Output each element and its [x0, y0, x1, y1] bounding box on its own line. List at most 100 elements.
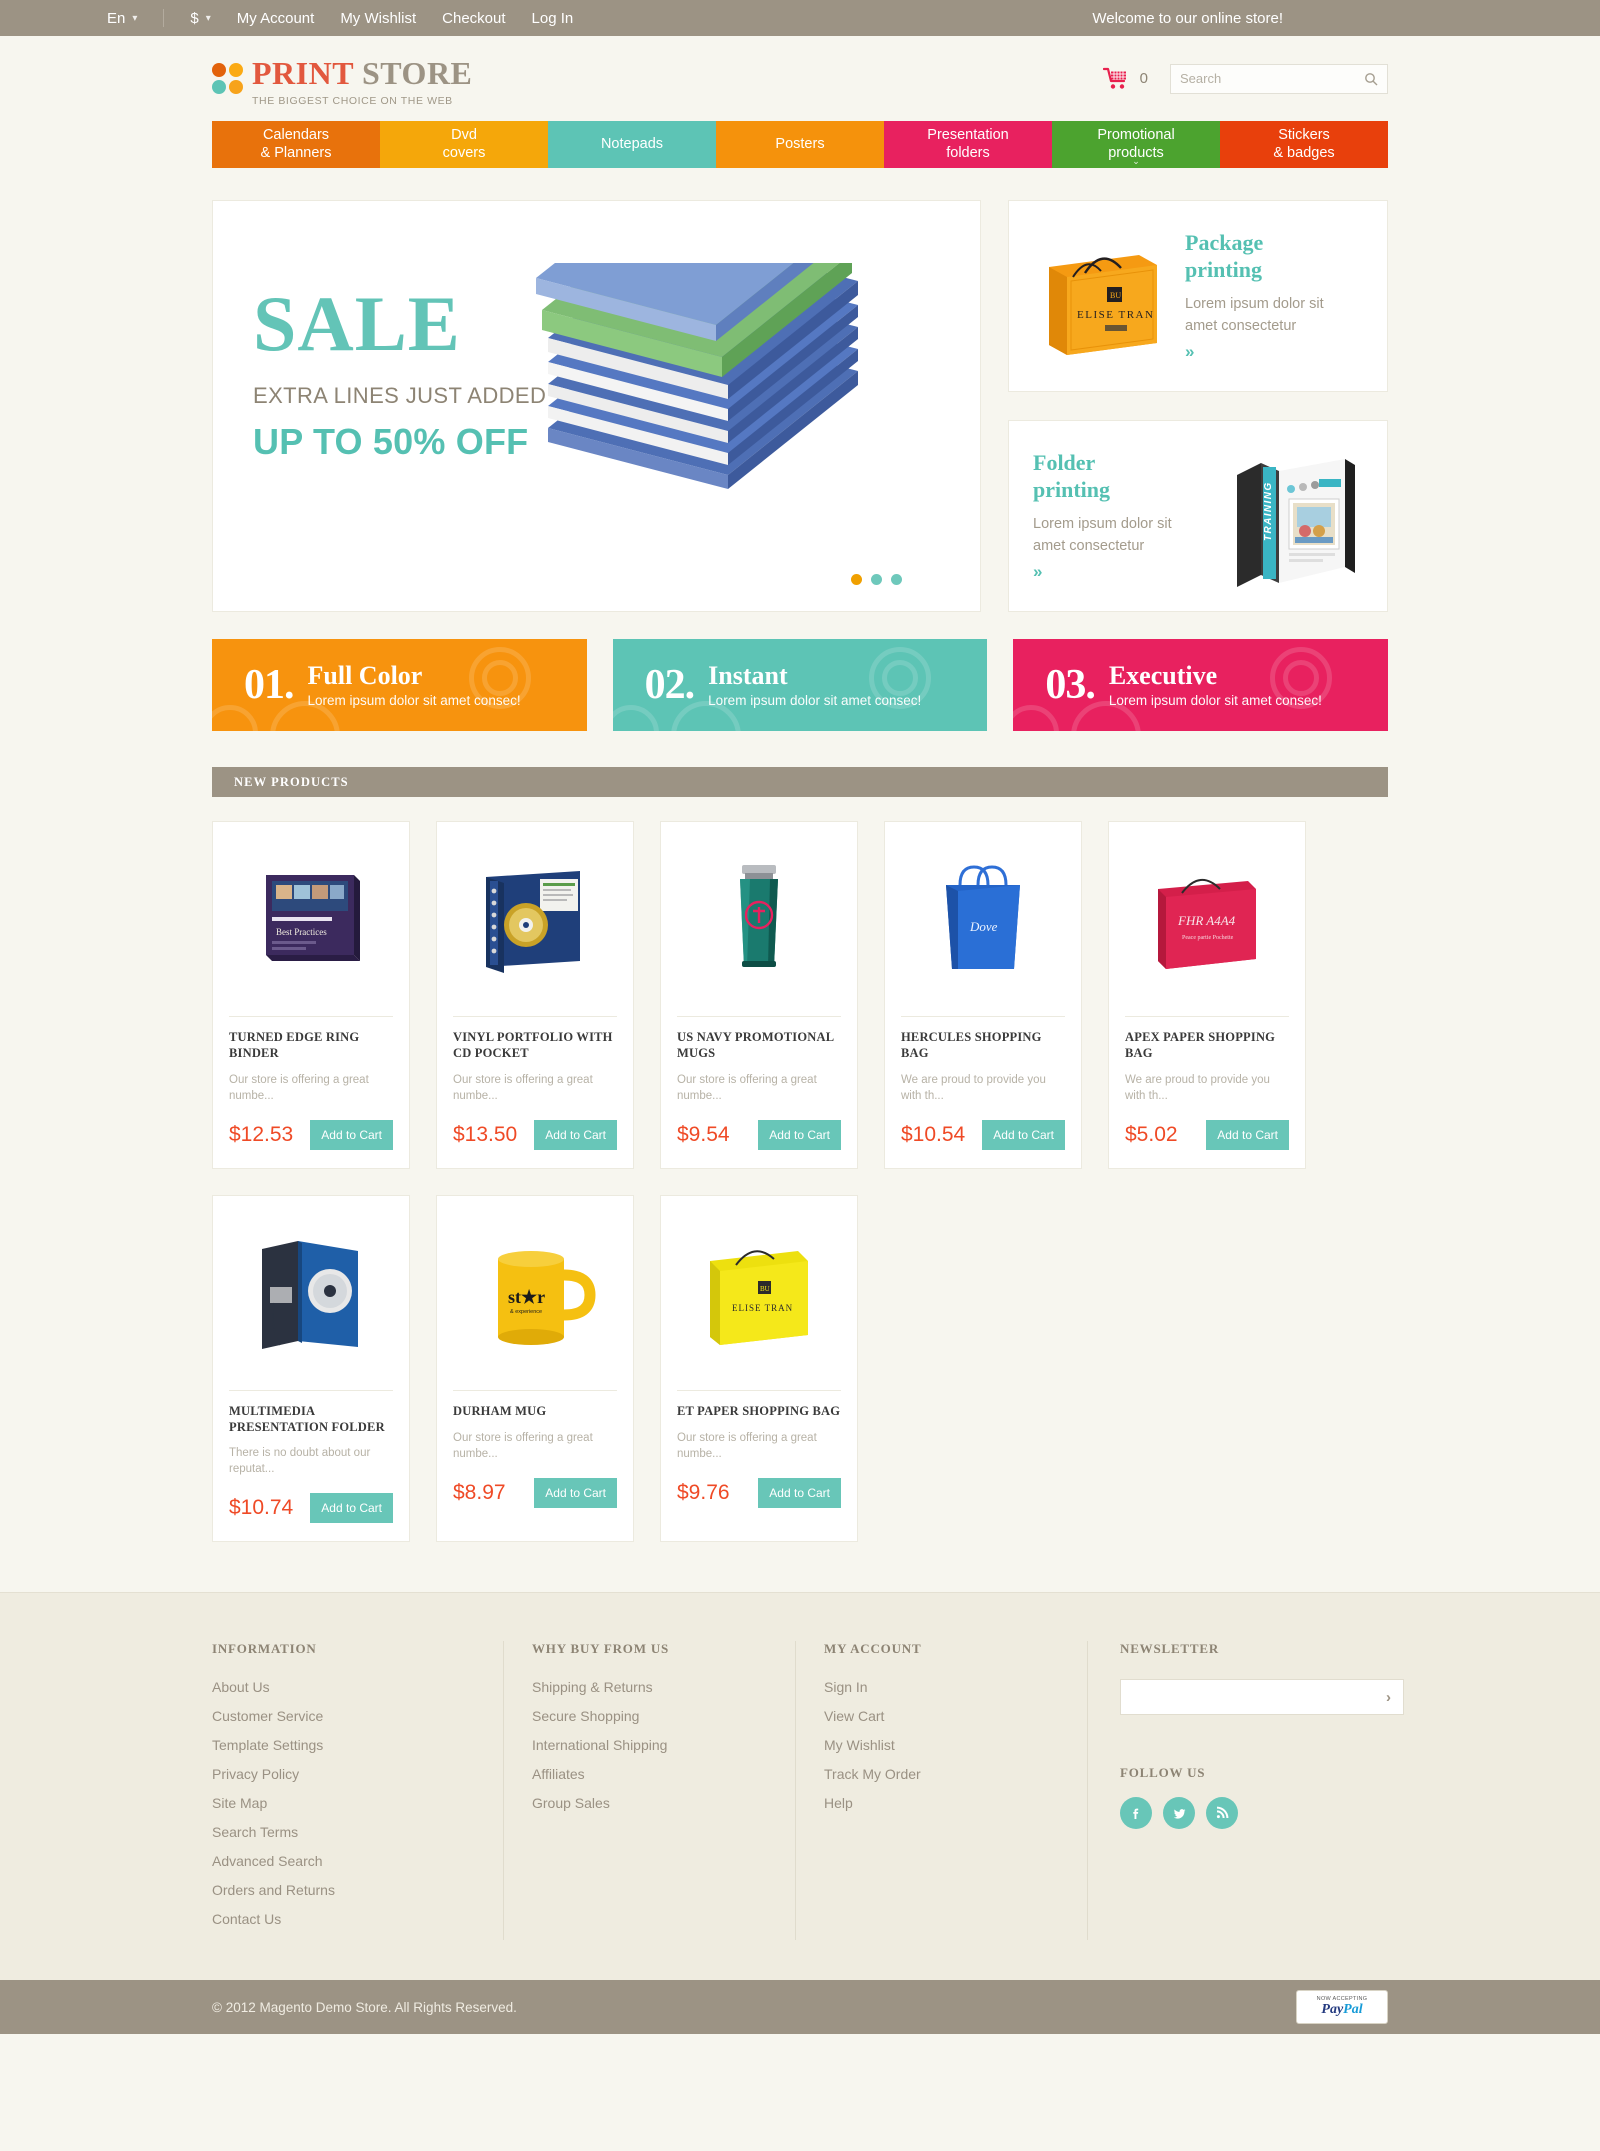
topbar-link-my-account[interactable]: My Account	[237, 10, 315, 27]
product-title[interactable]: MULTIMEDIA PRESENTATION FOLDER	[229, 1403, 393, 1436]
footer-link[interactable]: Orders and Returns	[212, 1882, 477, 1898]
product-title[interactable]: APEX PAPER SHOPPING BAG	[1125, 1029, 1289, 1062]
footer-link[interactable]: View Cart	[824, 1708, 1061, 1724]
feature-banner-instant[interactable]: 02. Instant Lorem ipsum dolor sit amet con…	[612, 639, 988, 731]
add-to-cart-button[interactable]: Add to Cart	[534, 1119, 617, 1150]
search-input[interactable]	[1180, 71, 1364, 86]
promo-more-link[interactable]: »	[1033, 562, 1211, 582]
product-title[interactable]: VINYL PORTFOLIO WITH CD POCKET	[453, 1029, 617, 1062]
logo-tagline: THE BIGGEST CHOICE ON THE WEB	[252, 94, 453, 107]
product-title[interactable]: TURNED EDGE RING BINDER	[229, 1029, 393, 1062]
footer-link[interactable]: Track My Order	[824, 1766, 1061, 1782]
promo-more-link[interactable]: »	[1185, 342, 1369, 362]
hero-sale-title: SALE	[253, 280, 461, 367]
product-title[interactable]: DURHAM MUG	[453, 1403, 617, 1420]
footer-link[interactable]: Affiliates	[532, 1766, 769, 1782]
footer-link[interactable]: Advanced Search	[212, 1853, 477, 1869]
site-logo[interactable]: PRINT STORE THE BIGGEST CHOICE ON THE WE…	[212, 51, 472, 107]
add-to-cart-button[interactable]: Add to Cart	[758, 1119, 841, 1150]
newsletter-heading: NEWSLETTER	[1120, 1641, 1220, 1657]
apex-paper-shopping-bag-image[interactable]: FHR A4A4 Peace partie Pochette	[1125, 838, 1289, 1004]
hero-dot-3[interactable]	[891, 574, 902, 585]
footer-link[interactable]: Site Map	[212, 1795, 477, 1811]
footer-link[interactable]: Sign In	[824, 1679, 1061, 1695]
facebook-icon[interactable]	[1120, 1797, 1152, 1830]
language-selector[interactable]: En ▾	[107, 10, 137, 27]
product-title[interactable]: ET PAPER SHOPPING BAG	[677, 1403, 841, 1420]
et-paper-shopping-bag-image[interactable]: BU ELISE TRAN	[677, 1212, 841, 1378]
product-title[interactable]: HERCULES SHOPPING BAG	[901, 1029, 1065, 1062]
promo-folder-printing[interactable]: Folder printing Lorem ipsum dolor sit am…	[1008, 420, 1388, 612]
product-card[interactable]: Dove HERCULES SHOPPING BAG We are proud to…	[884, 821, 1082, 1169]
hero-dot-1[interactable]	[851, 574, 862, 585]
add-to-cart-button[interactable]: Add to Cart	[982, 1119, 1065, 1150]
nav-item-dvd[interactable]: Dvd covers	[380, 121, 548, 168]
newsletter-box[interactable]: ›	[1120, 1679, 1404, 1716]
product-card[interactable]: BU ELISE TRAN ET PAPER SHOPPING BAG Our sto…	[660, 1194, 858, 1543]
shopping-cart-icon	[1102, 67, 1126, 89]
footer-link[interactable]: About Us	[212, 1679, 477, 1695]
us-navy-promotional-mug-image[interactable]	[677, 838, 841, 1004]
orange-shopping-bag-image: BU ELISE TRAN	[1027, 221, 1177, 371]
durham-mug-image[interactable]: st★r & experience	[453, 1212, 617, 1378]
promo-title-line2: printing	[1033, 477, 1111, 503]
nav-item-notepads[interactable]: Notepads	[548, 121, 716, 168]
footer-link[interactable]: Help	[824, 1795, 1061, 1811]
feature-description: Lorem ipsum dolor sit amet consec!	[708, 692, 922, 708]
topbar-link-my-wishlist[interactable]: My Wishlist	[340, 10, 416, 27]
topbar-link-log-in[interactable]: Log In	[532, 10, 574, 27]
hercules-shopping-bag-image[interactable]: Dove	[901, 838, 1065, 1004]
twitter-icon[interactable]	[1163, 1797, 1195, 1830]
product-card[interactable]: US NAVY PROMOTIONAL MUGS Our store is off…	[660, 821, 858, 1169]
hero-dot-2[interactable]	[871, 574, 882, 585]
newsletter-email-input[interactable]	[1133, 1689, 1386, 1705]
footer-link[interactable]: Customer Service	[212, 1708, 477, 1724]
nav-item-promotional[interactable]: Promotional products ⌄	[1052, 121, 1220, 168]
footer-link[interactable]: My Wishlist	[824, 1737, 1061, 1753]
nav-item-stickers[interactable]: Stickers & badges	[1220, 121, 1388, 168]
nav-item-presentation[interactable]: Presentation folders	[884, 121, 1052, 168]
add-to-cart-button[interactable]: Add to Cart	[310, 1493, 393, 1524]
add-to-cart-button[interactable]: Add to Cart	[310, 1119, 393, 1150]
footer-link[interactable]: Secure Shopping	[532, 1708, 769, 1724]
product-card[interactable]: Best Practices TURNED EDGE RING BINDER Our…	[212, 821, 410, 1169]
footer-link[interactable]: Privacy Policy	[212, 1766, 477, 1782]
nav-item-posters[interactable]: Posters	[716, 121, 884, 168]
feature-description: Lorem ipsum dolor sit amet consec!	[1108, 692, 1322, 708]
nav-item-calendars[interactable]: Calendars & Planners	[212, 121, 380, 168]
category-nav: Calendars & Planners Dvd covers Notepads Post…	[212, 121, 1388, 168]
feature-banner-executive[interactable]: 03. Executive Lorem ipsum dolor sit amet c…	[1013, 639, 1389, 731]
rss-icon[interactable]	[1206, 1797, 1238, 1830]
add-to-cart-button[interactable]: Add to Cart	[534, 1477, 617, 1508]
add-to-cart-button[interactable]: Add to Cart	[1206, 1119, 1289, 1150]
turned-edge-ring-binder-image[interactable]: Best Practices	[229, 838, 393, 1004]
add-to-cart-button[interactable]: Add to Cart	[758, 1477, 841, 1508]
hero-pagination-dots[interactable]	[851, 574, 902, 585]
search-icon[interactable]	[1364, 72, 1378, 86]
product-description: Our store is offering a great numbe...	[677, 1431, 817, 1460]
product-card[interactable]: MULTIMEDIA PRESENTATION FOLDER There is n…	[212, 1194, 410, 1543]
language-label: En	[107, 9, 126, 27]
footer-link[interactable]: Shipping & Returns	[532, 1679, 769, 1695]
promo-package-printing[interactable]: BU ELISE TRAN Package printing Lorem ips…	[1008, 200, 1388, 392]
search-box[interactable]	[1170, 63, 1388, 94]
product-card[interactable]: VINYL PORTFOLIO WITH CD POCKET Our store …	[436, 821, 634, 1169]
feature-banner-full-color[interactable]: 01. Full Color Lorem ipsum dolor sit amet …	[212, 639, 587, 731]
footer-link[interactable]: Search Terms	[212, 1824, 477, 1840]
currency-selector[interactable]: $ ▾	[190, 10, 210, 27]
hero-slider[interactable]: SALE EXTRA LINES JUST ADDED UP TO 50% OF…	[212, 200, 981, 612]
vinyl-portfolio-cd-pocket-image[interactable]	[453, 838, 617, 1004]
footer-link[interactable]: Group Sales	[532, 1795, 769, 1811]
product-card[interactable]: st★r & experience DURHAM MUG Our store is o…	[436, 1194, 634, 1543]
feature-number: 03.	[1045, 662, 1095, 708]
footer-link[interactable]: International Shipping	[532, 1737, 769, 1753]
newsletter-submit-icon[interactable]: ›	[1386, 1689, 1391, 1706]
multimedia-presentation-folder-image[interactable]	[229, 1212, 393, 1378]
product-title[interactable]: US NAVY PROMOTIONAL MUGS	[677, 1029, 841, 1062]
footer-link[interactable]: Contact Us	[212, 1911, 477, 1927]
feature-banners: 01. Full Color Lorem ipsum dolor sit amet …	[212, 639, 1389, 731]
product-card[interactable]: FHR A4A4 Peace partie Pochette APEX PAPER …	[1108, 821, 1306, 1169]
footer-link[interactable]: Template Settings	[212, 1737, 477, 1753]
mini-cart[interactable]: 0	[1102, 67, 1148, 91]
topbar-link-checkout[interactable]: Checkout	[442, 10, 505, 27]
